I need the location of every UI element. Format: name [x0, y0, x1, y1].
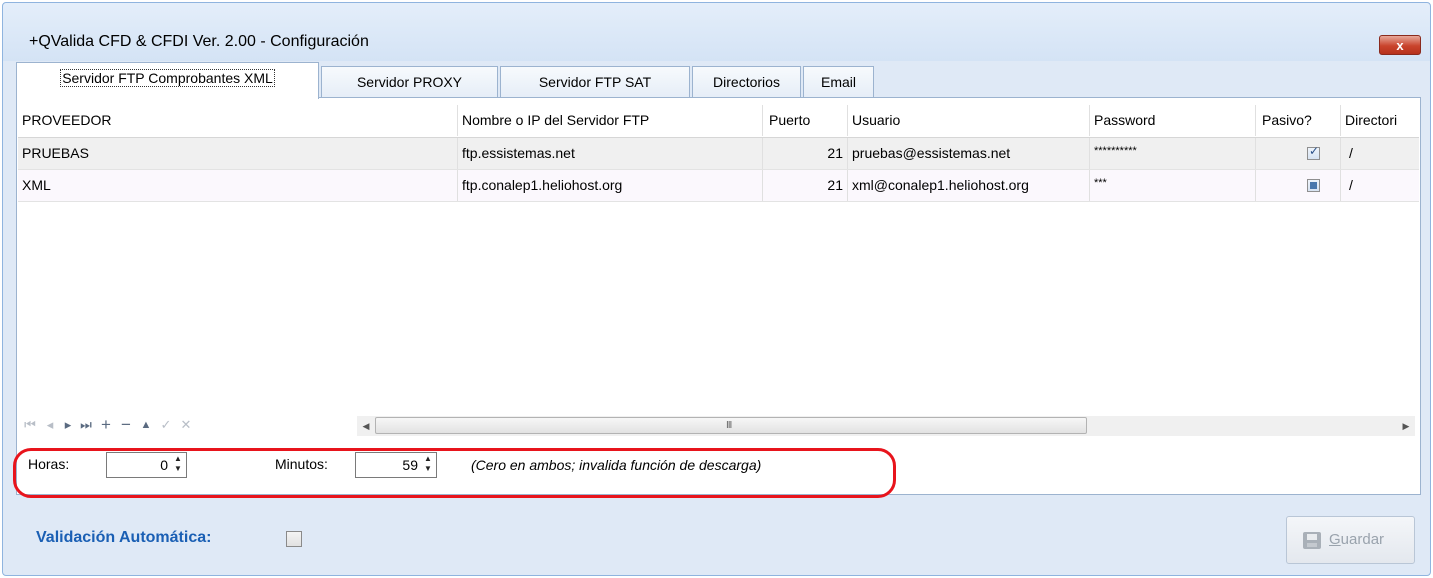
spin-arrows-icon[interactable]: ▲ ▼ — [173, 454, 183, 474]
horizontal-scrollbar[interactable]: ◀ III ▶ — [357, 416, 1415, 436]
cell-pasivo[interactable] — [1256, 138, 1341, 169]
column-header-servidor[interactable]: Nombre o IP del Servidor FTP — [458, 105, 763, 136]
minutos-value: 59 — [402, 457, 418, 473]
guardar-label: Guardar — [1329, 517, 1384, 563]
tab-label: Servidor FTP SAT — [538, 74, 652, 90]
prev-record-icon[interactable]: ◂ — [41, 414, 59, 436]
cell-servidor[interactable]: ftp.essistemas.net — [458, 138, 763, 169]
scroll-thumb[interactable]: III — [375, 417, 1087, 434]
guardar-button[interactable]: Guardar — [1286, 516, 1415, 564]
cancel-edit-icon[interactable]: ✕ — [177, 414, 195, 436]
guardar-label-rest: uardar — [1340, 531, 1385, 548]
scroll-grip: III — [726, 420, 732, 431]
cell-puerto[interactable]: 21 — [763, 170, 848, 201]
title-bar: +QValida CFD & CFDI Ver. 2.00 - Configur… — [3, 3, 1430, 61]
horas-value: 0 — [160, 457, 168, 473]
ftp-servers-grid[interactable]: PROVEEDOR Nombre o IP del Servidor FTP P… — [18, 99, 1419, 413]
cell-usuario[interactable]: xml@conalep1.heliohost.org — [848, 170, 1090, 201]
close-button[interactable]: x — [1379, 35, 1421, 55]
cell-servidor[interactable]: ftp.conalep1.heliohost.org — [458, 170, 763, 201]
table-row[interactable]: PRUEBAS ftp.essistemas.net 21 pruebas@es… — [18, 138, 1419, 170]
post-edit-icon[interactable]: ✓ — [157, 414, 175, 436]
last-record-icon[interactable]: ⏭ — [77, 414, 95, 436]
cell-directorio[interactable]: / — [1341, 138, 1419, 169]
tab-servidor-ftp-sat[interactable]: Servidor FTP SAT — [500, 66, 690, 98]
column-header-proveedor[interactable]: PROVEEDOR — [18, 105, 458, 136]
cell-password[interactable]: ********** — [1090, 138, 1256, 169]
tab-servidor-ftp-comprobantes[interactable]: Servidor FTP Comprobantes XML — [16, 62, 319, 99]
window-title: +QValida CFD & CFDI Ver. 2.00 - Configur… — [29, 33, 369, 50]
minutos-stepper[interactable]: 59 ▲ ▼ — [355, 452, 437, 478]
tab-servidor-proxy[interactable]: Servidor PROXY — [321, 66, 498, 98]
move-up-icon[interactable]: ▲ — [137, 414, 155, 436]
tab-label: Directorios — [713, 74, 780, 90]
tab-label: Servidor PROXY — [356, 74, 463, 90]
grid-navigator: ⏮ ◂ ▸ ⏭ + − ▲ ✓ ✕ — [19, 414, 359, 438]
horas-stepper[interactable]: 0 ▲ ▼ — [106, 452, 187, 478]
save-disk-icon — [1303, 532, 1321, 549]
column-header-password[interactable]: Password — [1090, 105, 1256, 136]
first-record-icon[interactable]: ⏮ — [21, 414, 39, 436]
column-header-pasivo[interactable]: Pasivo? — [1256, 105, 1341, 136]
cell-pasivo[interactable] — [1256, 170, 1341, 201]
timer-note: (Cero en ambos; invalida función de desc… — [471, 457, 762, 473]
tab-content-panel: PROVEEDOR Nombre o IP del Servidor FTP P… — [16, 97, 1421, 495]
guardar-accel-key: G — [1329, 531, 1341, 548]
validacion-automatica-label: Validación Automática: — [36, 529, 212, 546]
add-record-icon[interactable]: + — [97, 414, 115, 436]
cell-usuario[interactable]: pruebas@essistemas.net — [848, 138, 1090, 169]
column-header-puerto[interactable]: Puerto — [763, 105, 848, 136]
minutos-label: Minutos: — [275, 456, 328, 472]
tab-label: Servidor FTP Comprobantes XML — [60, 69, 275, 87]
cell-proveedor[interactable]: XML — [18, 170, 458, 201]
column-header-usuario[interactable]: Usuario — [848, 105, 1090, 136]
tab-directorios[interactable]: Directorios — [692, 66, 801, 98]
horas-label: Horas: — [28, 456, 70, 472]
cell-password[interactable]: *** — [1090, 170, 1256, 201]
download-timer-panel: Horas: 0 ▲ ▼ Minutos: 59 ▲ ▼ (Cero en ambo… — [18, 444, 1419, 492]
scroll-right-icon[interactable]: ▶ — [1397, 416, 1415, 436]
validacion-automatica-checkbox[interactable] — [286, 531, 302, 547]
column-header-directorio[interactable]: Directori — [1341, 105, 1419, 136]
cell-directorio[interactable]: / — [1341, 170, 1419, 201]
scroll-left-icon[interactable]: ◀ — [357, 416, 375, 436]
tab-label: Email — [820, 74, 856, 90]
table-row[interactable]: XML ftp.conalep1.heliohost.org 21 xml@co… — [18, 170, 1419, 202]
cell-proveedor[interactable]: PRUEBAS — [18, 138, 458, 169]
pasivo-checkbox[interactable] — [1307, 144, 1320, 160]
spin-arrows-icon[interactable]: ▲ ▼ — [423, 454, 433, 474]
tab-email[interactable]: Email — [803, 66, 874, 98]
delete-record-icon[interactable]: − — [117, 414, 135, 436]
next-record-icon[interactable]: ▸ — [59, 414, 77, 436]
grid-header: PROVEEDOR Nombre o IP del Servidor FTP P… — [18, 105, 1419, 138]
pasivo-checkbox[interactable] — [1307, 179, 1320, 192]
cell-puerto[interactable]: 21 — [763, 138, 848, 169]
